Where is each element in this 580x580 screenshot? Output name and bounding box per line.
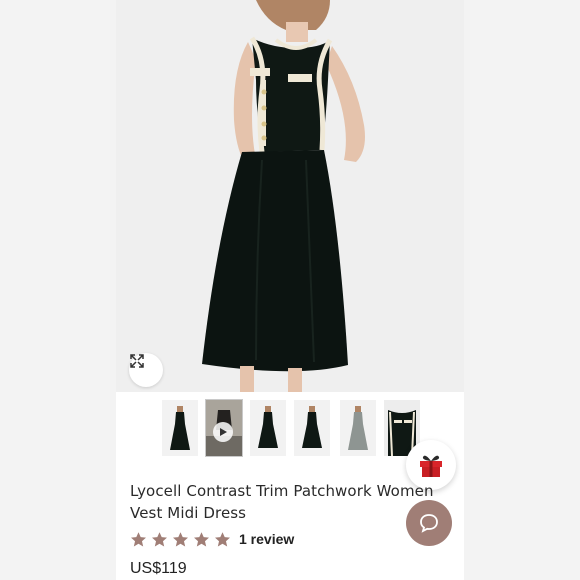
product-page: Lyocell Contrast Trim Patchwork Women Ve…: [116, 0, 464, 580]
rating-row[interactable]: 1 review: [130, 528, 294, 550]
right-backdrop: [464, 0, 580, 580]
thumbnail-4[interactable]: [294, 400, 330, 456]
product-hero-image[interactable]: [116, 0, 464, 392]
dress-illustration: [116, 0, 464, 392]
left-backdrop: [0, 0, 116, 580]
expand-image-button[interactable]: [129, 353, 163, 387]
star-icon: [152, 531, 167, 546]
expand-arrows-icon: [130, 354, 144, 368]
product-title: Lyocell Contrast Trim Patchwork Women Ve…: [130, 482, 434, 522]
play-icon: [220, 428, 227, 436]
star-icon: [131, 531, 146, 546]
star-icon: [194, 531, 209, 546]
thumbnail-1[interactable]: [162, 400, 198, 456]
gift-box-icon: [420, 455, 442, 477]
thumbnail-video[interactable]: [205, 399, 243, 457]
play-button[interactable]: [213, 422, 233, 442]
thumbnail-5[interactable]: [340, 400, 376, 456]
review-count[interactable]: 1 review: [239, 531, 294, 547]
thumbnail-3[interactable]: [250, 400, 286, 456]
product-price: US$119: [130, 560, 187, 577]
star-icon: [215, 531, 230, 546]
star-icon: [173, 531, 188, 546]
rating-stars: [130, 531, 231, 548]
